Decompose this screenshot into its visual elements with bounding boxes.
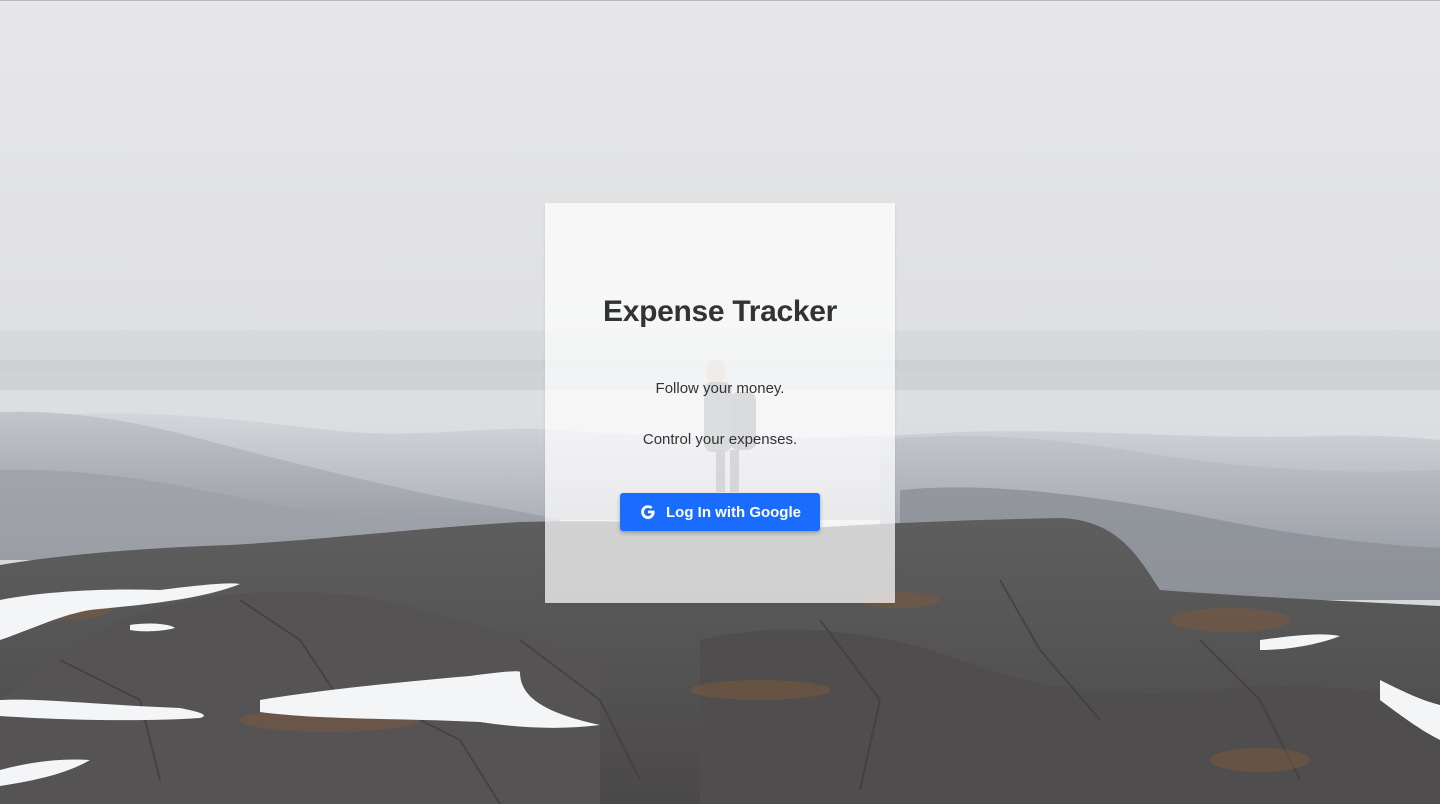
app-title: Expense Tracker <box>603 295 837 328</box>
tagline-control: Control your expenses. <box>642 431 798 448</box>
google-g-icon <box>639 503 657 521</box>
top-divider <box>0 0 1440 1</box>
google-login-button[interactable]: Log In with Google <box>620 493 820 531</box>
google-login-label: Log In with Google <box>666 503 801 521</box>
login-card: Expense Tracker Follow your money. Contr… <box>545 203 895 603</box>
tagline-follow: Follow your money. <box>655 380 785 397</box>
